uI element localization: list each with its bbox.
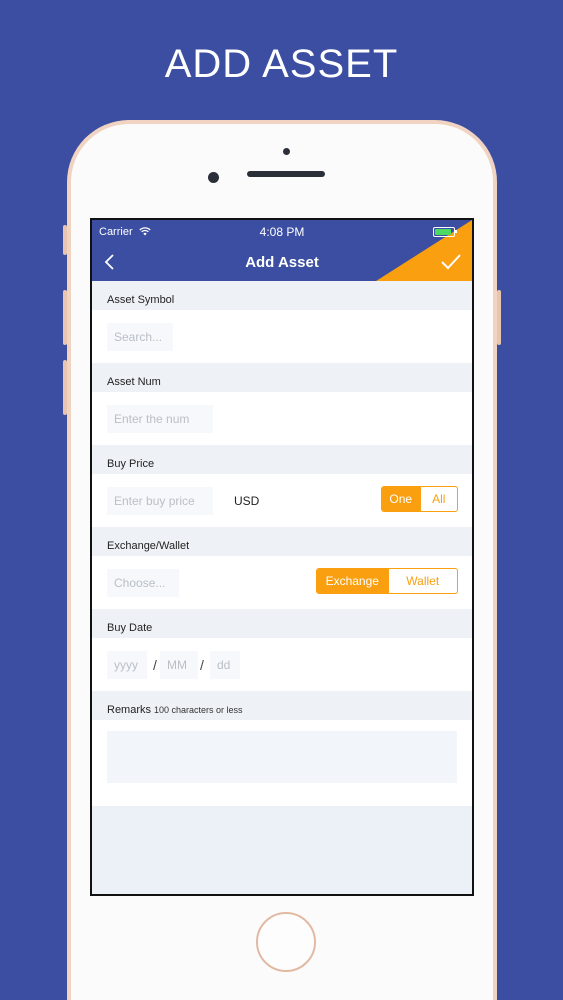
asset-symbol-search-input[interactable]: Search... (107, 323, 173, 351)
app-screen: Carrier 4:08 PM Add Asset Asset Symbol S… (90, 218, 474, 896)
buy-date-day-input[interactable]: dd (210, 651, 240, 679)
battery-cap (455, 230, 457, 233)
buy-date-year-input[interactable]: yyyy (107, 651, 147, 679)
buy-date-month-input[interactable]: MM (160, 651, 198, 679)
add-asset-form: Asset Symbol Search... Asset Num Enter t… (92, 281, 472, 806)
checkmark-icon[interactable] (440, 253, 462, 271)
page-title: Add Asset (245, 254, 319, 271)
remarks-textarea[interactable] (107, 731, 457, 783)
home-button[interactable] (256, 912, 316, 972)
asset-num-row: Enter the num (92, 392, 472, 445)
remarks-row (92, 720, 472, 806)
exchange-wallet-toggle: Exchange Wallet (316, 568, 458, 594)
asset-num-input[interactable]: Enter the num (107, 405, 213, 433)
buy-price-label: Buy Price (92, 445, 472, 474)
asset-symbol-label: Asset Symbol (92, 281, 472, 310)
power-button (497, 290, 501, 345)
status-bar: Carrier 4:08 PM (92, 220, 472, 242)
remarks-label: Remarks (107, 704, 152, 716)
buy-price-input[interactable]: Enter buy price (107, 487, 213, 515)
asset-symbol-row: Search... (92, 310, 472, 363)
price-scope-toggle: One All (381, 486, 458, 512)
exchange-wallet-select[interactable]: Choose... (107, 569, 179, 597)
wallet-option[interactable]: Wallet (387, 569, 458, 593)
volume-up-button (63, 290, 67, 345)
buy-date-row: yyyy / MM / dd (92, 638, 472, 691)
remarks-label-row: Remarks 100 characters or less (92, 691, 472, 720)
asset-num-label: Asset Num (92, 363, 472, 392)
proximity-sensor (283, 148, 290, 155)
buy-date-label: Buy Date (92, 609, 472, 638)
price-scope-all-option[interactable]: All (419, 487, 458, 511)
front-camera (208, 172, 219, 183)
buy-price-row: Enter buy price USD One All (92, 474, 472, 527)
earpiece-speaker (247, 171, 325, 177)
status-time: 4:08 PM (259, 225, 305, 239)
volume-down-button (63, 360, 67, 415)
navigation-bar: Carrier 4:08 PM Add Asset (92, 220, 472, 281)
exchange-option[interactable]: Exchange (317, 569, 388, 593)
battery-level (435, 229, 452, 235)
promo-headline: ADD ASSET (164, 42, 399, 86)
remarks-hint: 100 characters or less (154, 705, 243, 715)
date-separator: / (200, 657, 204, 673)
exchange-wallet-label: Exchange/Wallet (92, 527, 472, 556)
exchange-wallet-row: Choose... Exchange Wallet (92, 556, 472, 609)
mute-switch (63, 225, 67, 255)
battery-icon (433, 227, 455, 237)
price-scope-one-option[interactable]: One (382, 487, 420, 511)
date-separator: / (153, 657, 157, 673)
currency-label: USD (234, 494, 260, 508)
